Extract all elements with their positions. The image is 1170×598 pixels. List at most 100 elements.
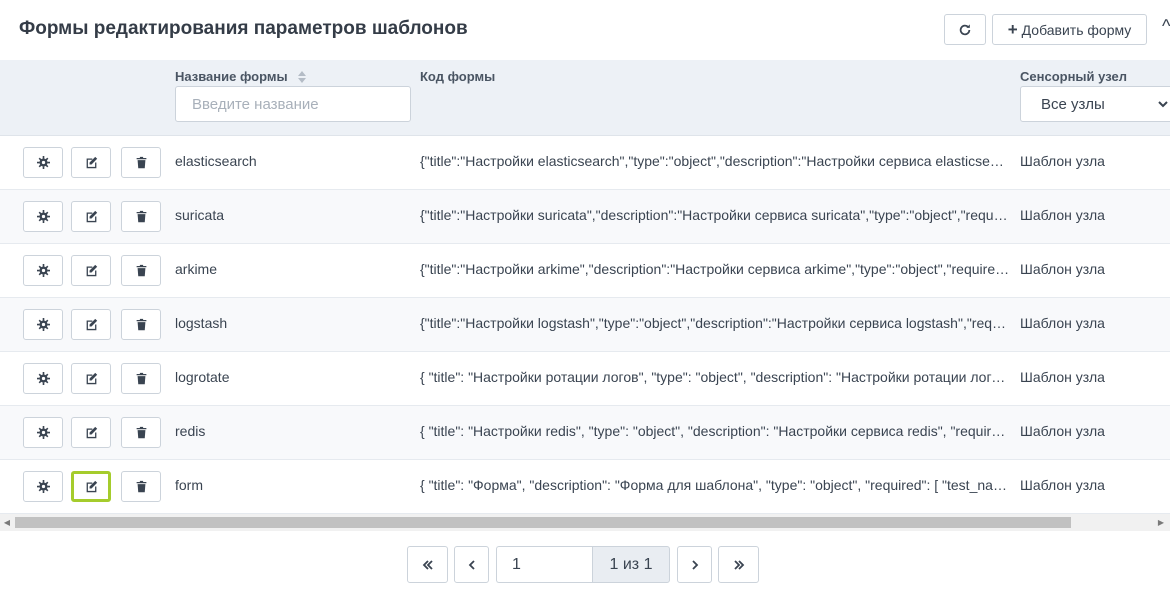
sensor-cell: Шаблон узла — [1020, 369, 1105, 385]
table-row: logrotate { "title": "Настройки ротации … — [0, 352, 1170, 406]
trash-icon — [136, 156, 146, 169]
add-form-button[interactable]: + Добавить форму — [992, 14, 1147, 45]
gear-icon — [36, 426, 50, 439]
settings-button[interactable] — [23, 309, 63, 340]
sensor-cell: Шаблон узла — [1020, 477, 1105, 493]
refresh-button[interactable] — [944, 14, 986, 45]
gear-icon — [36, 318, 50, 331]
prev-page-button[interactable] — [454, 546, 489, 583]
page-title: Формы редактирования параметров шаблонов — [19, 18, 468, 39]
edit-icon — [86, 318, 97, 331]
last-page-button[interactable] — [718, 546, 759, 583]
page-info: 1 из 1 — [592, 546, 670, 583]
gear-icon — [36, 156, 50, 169]
table-body: elasticsearch {"title":"Настройки elasti… — [0, 136, 1170, 514]
form-code-cell: { "title": "Настройки ротации логов", "t… — [420, 369, 1010, 385]
settings-button[interactable] — [23, 417, 63, 448]
table-header: Название формы Код формы Сенсорный узел … — [0, 60, 1170, 136]
settings-button[interactable] — [23, 201, 63, 232]
next-page-button[interactable] — [677, 546, 712, 583]
gear-icon — [36, 210, 50, 223]
gear-icon — [36, 480, 50, 493]
add-form-label: Добавить форму — [1021, 21, 1132, 38]
form-name-cell: logstash — [175, 315, 228, 331]
settings-button[interactable] — [23, 471, 63, 502]
edit-button[interactable] — [71, 471, 111, 502]
table-row: elasticsearch {"title":"Настройки elasti… — [0, 136, 1170, 190]
double-chevron-right-icon — [733, 559, 744, 570]
settings-button[interactable] — [23, 363, 63, 394]
sensor-cell: Шаблон узла — [1020, 261, 1105, 277]
chevron-down-icon — [1158, 101, 1168, 108]
form-code-cell: { "title": "Форма", "description": "Форм… — [420, 477, 1010, 493]
form-code-cell: {"title":"Настройки suricata","descripti… — [420, 207, 1010, 223]
collapse-icon[interactable]: ^ — [1162, 16, 1170, 42]
table-row: form { "title": "Форма", "description": … — [0, 460, 1170, 514]
first-page-button[interactable] — [407, 546, 448, 583]
edit-button[interactable] — [71, 255, 111, 286]
refresh-icon — [959, 23, 971, 35]
delete-button[interactable] — [121, 147, 161, 178]
edit-icon — [86, 210, 97, 223]
plus-icon: + — [1007, 20, 1018, 39]
edit-icon — [86, 372, 97, 385]
edit-icon — [86, 480, 97, 493]
form-code-cell: {"title":"Настройки elasticsearch","type… — [420, 153, 1010, 169]
form-name-cell: elasticsearch — [175, 153, 257, 169]
column-header-sensor: Сенсорный узел — [1020, 69, 1127, 84]
delete-button[interactable] — [121, 471, 161, 502]
delete-button[interactable] — [121, 255, 161, 286]
delete-button[interactable] — [121, 417, 161, 448]
trash-icon — [136, 480, 146, 493]
table-row: suricata {"title":"Настройки suricata","… — [0, 190, 1170, 244]
chevron-left-icon — [468, 559, 475, 570]
sort-icon[interactable] — [297, 70, 306, 83]
column-header-name-label: Название формы — [175, 69, 288, 84]
sensor-filter-select[interactable]: Все узлы — [1020, 86, 1170, 122]
trash-icon — [136, 372, 146, 385]
form-name-cell: logrotate — [175, 369, 230, 385]
sensor-filter-value: Все узлы — [1041, 95, 1105, 113]
delete-button[interactable] — [121, 201, 161, 232]
edit-button[interactable] — [71, 417, 111, 448]
scrollbar-thumb[interactable] — [15, 517, 1071, 528]
name-filter-input[interactable] — [175, 86, 411, 122]
page-number-input[interactable]: 1 — [496, 546, 592, 583]
form-code-cell: { "title": "Настройки redis", "type": "o… — [420, 423, 1010, 439]
trash-icon — [136, 210, 146, 223]
edit-button[interactable] — [71, 201, 111, 232]
edit-button[interactable] — [71, 363, 111, 394]
form-name-cell: suricata — [175, 207, 225, 223]
gear-icon — [36, 372, 50, 385]
gear-icon — [36, 264, 50, 277]
edit-icon — [86, 156, 97, 169]
form-code-cell: {"title":"Настройки arkime","description… — [420, 261, 1010, 277]
edit-icon — [86, 264, 97, 277]
edit-button[interactable] — [71, 309, 111, 340]
edit-button[interactable] — [71, 147, 111, 178]
form-name-cell: form — [175, 477, 203, 493]
form-name-cell: redis — [175, 423, 206, 439]
scroll-right-icon[interactable]: ▶ — [1154, 514, 1168, 531]
chevron-right-icon — [691, 559, 698, 570]
form-name-cell: arkime — [175, 261, 218, 277]
settings-button[interactable] — [23, 147, 63, 178]
form-code-cell: {"title":"Настройки logstash","type":"ob… — [420, 315, 1010, 331]
scroll-left-icon[interactable]: ◀ — [0, 514, 14, 531]
delete-button[interactable] — [121, 309, 161, 340]
sensor-cell: Шаблон узла — [1020, 315, 1105, 331]
sensor-cell: Шаблон узла — [1020, 207, 1105, 223]
table-row: logstash {"title":"Настройки logstash","… — [0, 298, 1170, 352]
trash-icon — [136, 426, 146, 439]
table-row: redis { "title": "Настройки redis", "typ… — [0, 406, 1170, 460]
delete-button[interactable] — [121, 363, 161, 394]
trash-icon — [136, 318, 146, 331]
horizontal-scrollbar[interactable]: ◀ ▶ — [0, 514, 1170, 531]
trash-icon — [136, 264, 146, 277]
sensor-cell: Шаблон узла — [1020, 423, 1105, 439]
sensor-cell: Шаблон узла — [1020, 153, 1105, 169]
settings-button[interactable] — [23, 255, 63, 286]
column-header-name[interactable]: Название формы — [175, 69, 306, 84]
table-row: arkime {"title":"Настройки arkime","desc… — [0, 244, 1170, 298]
column-header-code: Код формы — [420, 69, 496, 84]
